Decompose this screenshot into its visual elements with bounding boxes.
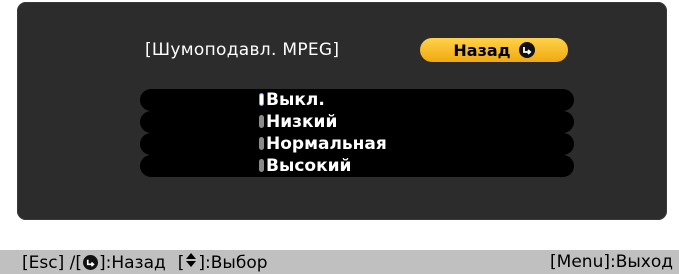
option-off[interactable]: Выкл. — [140, 89, 574, 111]
menu-title: [Шумоподавл. MPEG] — [145, 40, 340, 60]
option-label: Выкл. — [266, 90, 325, 110]
option-list: Выкл. Низкий Нормальная Высокий — [140, 89, 574, 177]
help-navigation: [Esc] /[ ]:Назад [ ]:Выбор — [22, 252, 268, 273]
enter-icon — [82, 255, 98, 270]
option-normal[interactable]: Нормальная — [140, 133, 574, 155]
option-low[interactable]: Низкий — [140, 111, 574, 133]
back-button[interactable]: Назад — [420, 38, 568, 62]
radio-selected-icon — [259, 93, 264, 106]
help-bar: [Esc] /[ ]:Назад [ ]:Выбор [Menu]:Выход — [0, 250, 679, 274]
help-esc-suffix: ]:Назад — [98, 252, 166, 273]
help-esc-prefix: [Esc] /[ — [22, 252, 82, 273]
back-button-label: Назад — [453, 40, 511, 60]
option-label: Низкий — [266, 112, 338, 132]
help-select-prefix: [ — [177, 252, 185, 273]
help-menu-exit: [Menu]:Выход — [550, 252, 673, 272]
enter-icon — [518, 42, 535, 58]
radio-icon — [259, 137, 264, 150]
option-high[interactable]: Высокий — [140, 155, 574, 177]
menu-panel: [Шумоподавл. MPEG] Назад Выкл. Низкий Но… — [17, 2, 667, 220]
radio-icon — [259, 115, 264, 128]
up-down-arrow-icon — [185, 252, 197, 273]
help-select-suffix: ]:Выбор — [198, 252, 268, 273]
radio-icon — [259, 159, 264, 172]
option-label: Высокий — [266, 156, 352, 176]
option-label: Нормальная — [266, 134, 387, 154]
